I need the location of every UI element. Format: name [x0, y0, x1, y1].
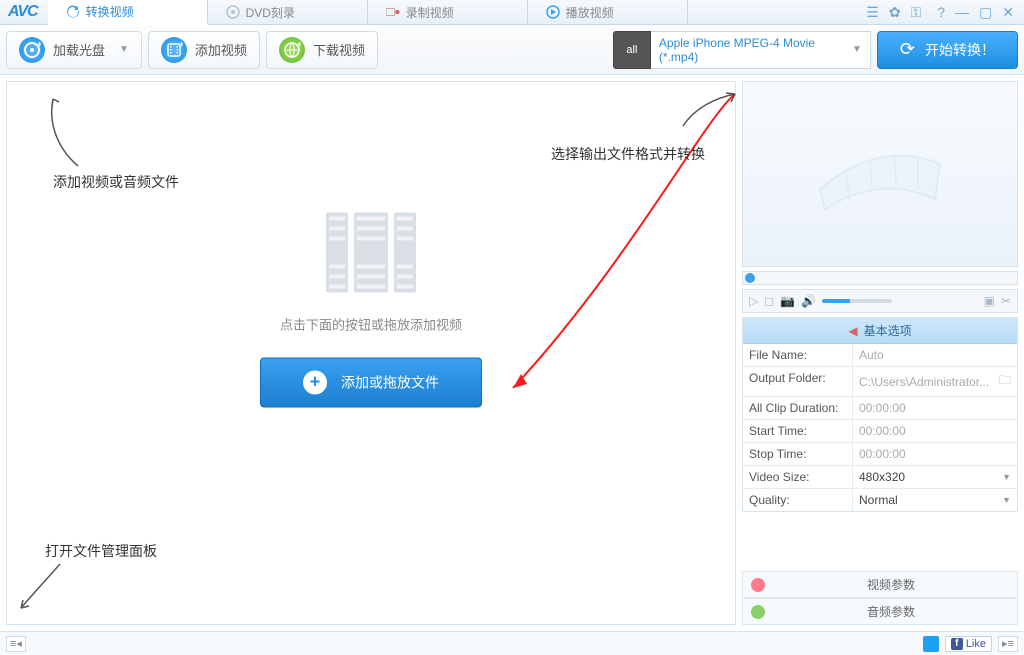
minimize-icon[interactable]: — — [955, 4, 969, 20]
prop-row-filename: File Name:Auto — [743, 344, 1017, 367]
app-logo: AVC — [0, 0, 48, 24]
start-convert-button[interactable]: ⟳ 开始转换！ — [877, 31, 1018, 69]
load-disc-button[interactable]: + 加载光盘 ▼ — [6, 31, 142, 69]
svg-text:+: + — [297, 41, 301, 49]
cut-icon[interactable]: ✂ — [1001, 294, 1011, 308]
prop-row-starttime: Start Time:00:00:00 — [743, 420, 1017, 443]
twitter-icon[interactable] — [923, 636, 939, 652]
play-icon[interactable]: ▷ — [749, 294, 758, 308]
chevron-down-icon: ▼ — [852, 44, 862, 55]
crop-icon[interactable]: ▣ — [984, 294, 995, 308]
tab-record-video[interactable]: 录制视频 — [368, 0, 528, 24]
prop-row-stoptime: Stop Time:00:00:00 — [743, 443, 1017, 466]
tab-convert-video[interactable]: 转换视频 — [48, 0, 208, 25]
snapshot-icon[interactable]: 📷 — [780, 294, 795, 308]
preview-controls: ▷ ◻ 📷 🔊 ▣ ✂ — [742, 289, 1018, 313]
refresh-icon — [66, 5, 80, 19]
menu-icon[interactable]: ☰ — [866, 4, 879, 21]
volume-icon[interactable]: 🔊 — [801, 294, 816, 308]
help-icon[interactable]: ? — [937, 4, 945, 20]
audio-icon — [751, 605, 765, 619]
button-label: 添加或拖放文件 — [341, 372, 439, 392]
prop-row-videosize: Video Size:480x320▼ — [743, 466, 1017, 489]
svg-text:+: + — [179, 41, 183, 49]
tab-label: 播放视频 — [566, 4, 614, 21]
close-icon[interactable]: ✕ — [1002, 4, 1014, 21]
output-profile: all Apple iPhone MPEG-4 Movie (*.mp4) ▼ — [613, 31, 871, 69]
refresh-icon: ⟳ — [900, 39, 915, 60]
add-files-button[interactable]: + 添加或拖放文件 — [260, 357, 482, 407]
disc-icon — [226, 5, 240, 19]
toolbar: + 加载光盘 ▼ + 添加视频 + 下载视频 all Apple iPhone … — [0, 25, 1024, 75]
facebook-like-button[interactable]: Like — [945, 636, 992, 652]
main-area: 点击下面的按钮或拖放添加视频 + 添加或拖放文件 添加视频或音频文件 打开文件管… — [0, 75, 1024, 625]
status-bar: ≡◂ Like ▸≡ — [0, 631, 1024, 655]
filmstrip-icon — [810, 129, 950, 219]
tab-label: 转换视频 — [86, 3, 134, 20]
prop-row-duration: All Clip Duration:00:00:00 — [743, 397, 1017, 420]
add-video-button[interactable]: + 添加视频 — [148, 31, 260, 69]
profile-label: Apple iPhone MPEG-4 Movie (*.mp4) — [659, 36, 852, 64]
drop-zone: 点击下面的按钮或拖放添加视频 + 添加或拖放文件 — [260, 212, 482, 407]
toggle-panel-left-button[interactable]: ≡◂ — [6, 636, 26, 652]
properties-grid: ◀ 基本选项 File Name:Auto Output Folder:C:\U… — [742, 317, 1018, 512]
button-label: 开始转换！ — [925, 40, 995, 60]
svg-text:+: + — [37, 41, 41, 49]
tab-play-video[interactable]: 播放视频 — [528, 0, 688, 24]
tab-label: 录制视频 — [406, 4, 454, 21]
properties-header[interactable]: ◀ 基本选项 — [743, 318, 1017, 344]
key-icon[interactable]: ⚿ — [911, 4, 922, 21]
maximize-icon[interactable]: ▢ — [979, 4, 992, 21]
video-params-panel[interactable]: 视频参数 — [742, 571, 1018, 598]
prop-row-quality: Quality:Normal▼ — [743, 489, 1017, 511]
chevron-down-icon: ▼ — [1002, 495, 1011, 505]
plus-icon: + — [303, 370, 327, 394]
toggle-panel-right-button[interactable]: ▸≡ — [998, 636, 1018, 652]
record-icon — [386, 5, 400, 19]
browse-icon[interactable]: 🗀 — [999, 371, 1011, 392]
button-label: 添加视频 — [195, 40, 247, 59]
disc-plus-icon: + — [19, 37, 45, 63]
file-list-panel[interactable]: 点击下面的按钮或拖放添加视频 + 添加或拖放文件 添加视频或音频文件 打开文件管… — [6, 81, 736, 625]
settings-icon[interactable]: ✿ — [889, 4, 901, 21]
button-label: 下载视频 — [313, 40, 365, 59]
sub-panels: 视频参数 音频参数 — [742, 571, 1018, 625]
collapse-icon: ◀ — [848, 324, 857, 338]
profile-select[interactable]: Apple iPhone MPEG-4 Movie (*.mp4) ▼ — [651, 31, 871, 69]
chevron-down-icon: ▼ — [119, 44, 129, 55]
download-video-button[interactable]: + 下载视频 — [266, 31, 378, 69]
tab-dvd-burn[interactable]: DVD刻录 — [208, 0, 368, 24]
globe-plus-icon: + — [279, 37, 305, 63]
play-icon — [546, 5, 560, 19]
stop-icon[interactable]: ◻ — [764, 294, 774, 308]
film-plus-icon: + — [161, 37, 187, 63]
chevron-down-icon: ▼ — [1002, 472, 1011, 482]
titlebar: AVC 转换视频 DVD刻录 录制视频 播放视频 ☰ ✿ ⚿ ? — ▢ ✕ — [0, 0, 1024, 25]
volume-slider[interactable] — [822, 299, 892, 303]
button-label: 加载光盘 — [53, 40, 105, 59]
prop-row-outputfolder: Output Folder:C:\Users\Administrator...🗀 — [743, 367, 1017, 397]
drop-hint: 点击下面的按钮或拖放添加视频 — [260, 314, 482, 333]
tab-label: DVD刻录 — [246, 4, 295, 21]
preview-pane — [742, 81, 1018, 267]
window-controls: ☰ ✿ ⚿ ? — ▢ ✕ — [856, 0, 1024, 24]
slider-knob[interactable] — [745, 273, 755, 283]
audio-params-panel[interactable]: 音频参数 — [742, 598, 1018, 625]
film-placeholder-icon — [326, 212, 416, 292]
preview-slider[interactable] — [742, 271, 1018, 285]
profile-all-icon[interactable]: all — [613, 31, 651, 69]
video-icon — [751, 578, 765, 592]
right-panel: ▷ ◻ 📷 🔊 ▣ ✂ ◀ 基本选项 File Name:Auto Output… — [742, 81, 1018, 625]
